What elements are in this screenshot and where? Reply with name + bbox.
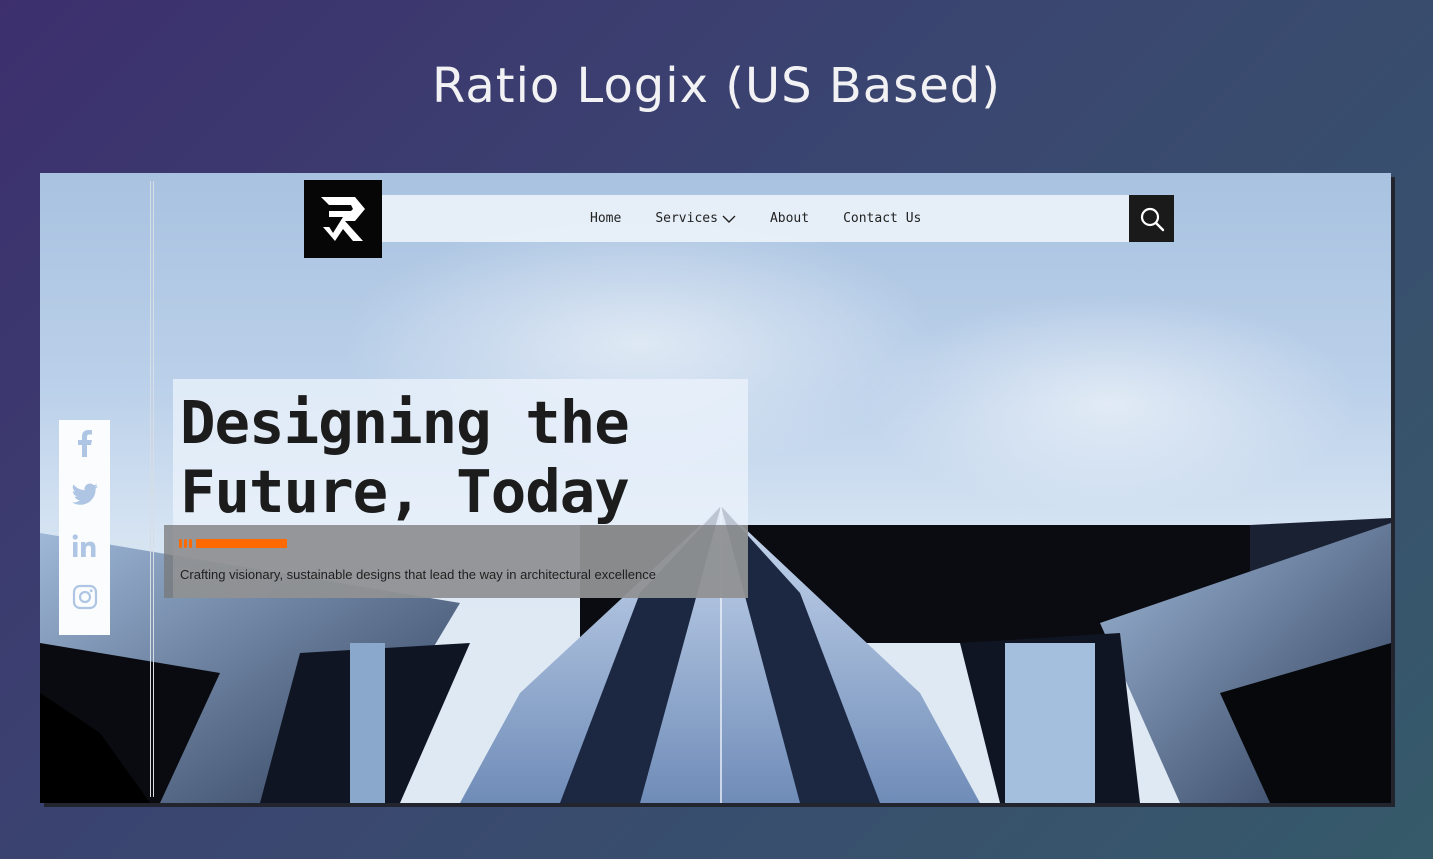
- twitter-icon[interactable]: [70, 481, 100, 508]
- rl-monogram-logo-icon: [321, 197, 365, 241]
- search-icon: [1140, 207, 1164, 231]
- hero-title: Designing the Future, Today: [180, 388, 740, 526]
- hero-title-line-2: Future, Today: [180, 457, 630, 526]
- website-preview: Home Services About Contact Us Designing…: [40, 173, 1391, 803]
- hero-subtitle-panel: [164, 525, 748, 598]
- linkedin-icon[interactable]: [70, 532, 100, 559]
- search-button[interactable]: [1129, 195, 1174, 242]
- nav-about[interactable]: About: [770, 211, 809, 226]
- divider-line: [153, 181, 154, 797]
- chevron-down-icon: [722, 215, 736, 223]
- instagram-icon[interactable]: [70, 584, 100, 611]
- nav-home[interactable]: Home: [590, 211, 621, 226]
- divider-line: [150, 181, 151, 797]
- facebook-icon[interactable]: [70, 429, 100, 457]
- nav-services[interactable]: Services: [655, 211, 736, 226]
- social-sidebar: [59, 420, 110, 635]
- site-logo[interactable]: [304, 180, 382, 258]
- main-navigation: Home Services About Contact Us: [382, 195, 1130, 242]
- hero-subtitle: Crafting visionary, sustainable designs …: [180, 567, 656, 582]
- nav-contact-us[interactable]: Contact Us: [843, 211, 921, 226]
- hero-title-line-1: Designing the: [180, 388, 630, 457]
- accent-divider: [179, 538, 287, 548]
- page-title: Ratio Logix (US Based): [432, 58, 1001, 114]
